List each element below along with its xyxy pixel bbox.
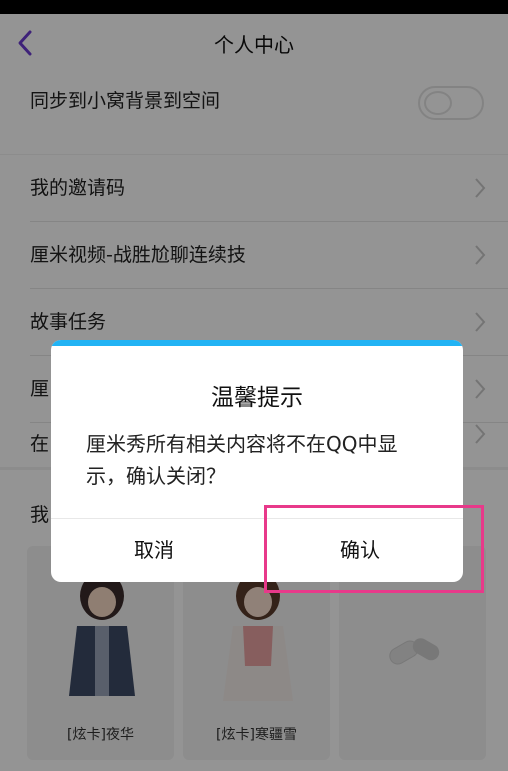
dialog-title: 温馨提示 (211, 385, 303, 411)
confirm-highlight-box (264, 505, 484, 593)
cancel-button[interactable]: 取消 (51, 519, 257, 582)
dialog-message: 厘米秀所有相关内容将不在QQ中显示，确认关闭？ (86, 432, 398, 488)
dialog-accent-bar (51, 340, 463, 346)
